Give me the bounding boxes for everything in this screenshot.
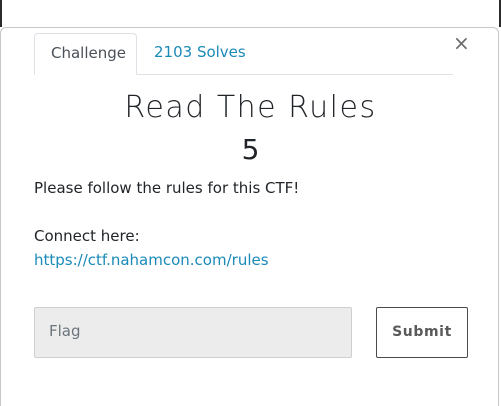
modal-tabs: Challenge 2103 Solves <box>34 33 453 75</box>
challenge-value: 5 <box>241 133 260 166</box>
challenge-description: Please follow the rules for this CTF! <box>34 179 300 197</box>
tab-solves[interactable]: 2103 Solves <box>138 33 262 74</box>
flag-input[interactable]: Flag <box>34 307 352 358</box>
tab-challenge[interactable]: Challenge <box>34 33 137 75</box>
rules-link[interactable]: https://ctf.nahamcon.com/rules <box>34 251 269 269</box>
challenge-title: Read The Rules <box>124 90 377 125</box>
challenge-modal: Challenge 2103 Solves × Read The Rules 5… <box>0 27 499 406</box>
submit-button[interactable]: Submit <box>376 307 468 358</box>
page-backdrop-strip <box>0 0 501 27</box>
backdrop-edge-left <box>0 0 2 27</box>
connect-label: Connect here: <box>34 227 140 245</box>
close-icon[interactable]: × <box>453 33 470 53</box>
